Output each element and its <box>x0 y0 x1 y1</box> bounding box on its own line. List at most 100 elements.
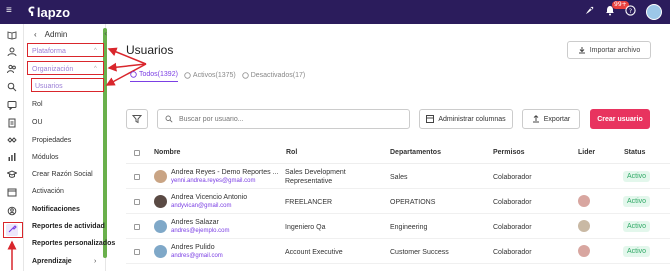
user-avatar[interactable] <box>646 4 662 20</box>
admin-back-link[interactable]: ‹ Admin <box>34 30 67 39</box>
user-name[interactable]: Andres Pulido <box>171 244 215 251</box>
chevron-right-icon: › <box>94 258 97 265</box>
graduation-icon[interactable] <box>6 169 18 181</box>
help-icon[interactable]: ? <box>625 5 636 19</box>
bell-icon[interactable]: 99+ <box>605 1 629 19</box>
user-name[interactable]: Andrea Reyes - Demo Reportes ... <box>171 169 278 176</box>
header-department: Departamentos <box>390 149 441 156</box>
table-row[interactable]: Andrea Reyes - Demo Reportes ... yenni.a… <box>126 164 670 189</box>
sidebar-item-crear-razon-social[interactable]: Crear Razón Social <box>32 171 93 178</box>
create-user-button[interactable]: Crear usuario <box>590 109 650 129</box>
logo-text: lapzo <box>36 4 71 20</box>
circle-icon <box>184 71 191 79</box>
row-checkbox[interactable] <box>134 224 140 230</box>
menu-icon[interactable]: ≡ <box>6 6 16 16</box>
import-file-label: Importar archivo <box>589 46 641 54</box>
sidebar-item-aprendizaje[interactable]: Aprendizaje <box>32 258 72 265</box>
import-file-button[interactable]: Importar archivo <box>567 41 651 59</box>
filter-icon <box>132 115 142 124</box>
row-checkbox[interactable] <box>134 249 140 255</box>
user-permissions: Colaborador <box>493 174 532 181</box>
user-role: FREELANCER <box>285 199 333 206</box>
avatar <box>154 220 167 233</box>
upload-icon <box>532 115 539 123</box>
row-checkbox[interactable] <box>134 199 140 205</box>
search-icon-2 <box>165 115 173 123</box>
document-icon[interactable] <box>6 118 18 130</box>
status-badge: Activo <box>623 221 651 232</box>
user-name[interactable]: Andres Salazar <box>171 219 219 226</box>
tab-activos-label: Activos(1375) <box>192 71 236 79</box>
filter-button[interactable] <box>126 109 148 129</box>
annotation-box-organizacion <box>27 61 104 75</box>
sidebar-item-reportes-actividad[interactable]: Reportes de actividad <box>32 223 105 230</box>
sidebar-item-propiedades[interactable]: Propiedades <box>32 137 71 144</box>
leader-avatar <box>578 195 590 207</box>
user-email: yenni.andrea.reyes@gmail.com <box>171 178 256 184</box>
top-bar: ≡ ʕ lapzo 99+ ? <box>0 0 670 24</box>
tab-desactivados[interactable]: Desactivados(17) <box>241 71 305 82</box>
svg-text:?: ? <box>629 7 632 15</box>
search-field[interactable] <box>157 109 410 129</box>
user-permissions: Colaborador <box>493 224 532 231</box>
circle-check-icon <box>130 71 137 78</box>
sidebar-item-reportes-personalizados[interactable]: Reportes personalizados <box>32 240 115 247</box>
chat-icon[interactable] <box>6 100 18 112</box>
table-header: Nombre Rol Departamentos Permisos Lider … <box>126 142 670 164</box>
annotation-box-usuarios <box>31 78 104 92</box>
annotation-box-plataforma <box>27 43 104 57</box>
avatar <box>154 170 167 183</box>
table-row[interactable]: Andres Salazar andres@ejemplo.com Ingeni… <box>126 214 670 239</box>
tab-activos[interactable]: Activos(1375) <box>184 71 236 82</box>
sidebar-item-rol[interactable]: Rol <box>32 101 43 108</box>
sidebar-item-modulos[interactable]: Módulos <box>32 154 58 161</box>
user-department: Sales <box>390 174 408 181</box>
table-row[interactable]: Andres Pulido andres@gmail.com Account E… <box>126 239 670 264</box>
main-content: Usuarios Importar archivo Todos(1392) Ac… <box>112 24 670 271</box>
export-button[interactable]: Exportar <box>522 109 580 129</box>
header-name: Nombre <box>154 149 181 156</box>
select-all-checkbox[interactable] <box>134 150 140 156</box>
book-icon[interactable] <box>6 30 18 42</box>
user-permissions: Colaborador <box>493 199 532 206</box>
user-name[interactable]: Andrea Vicencio Antonio <box>171 194 247 201</box>
avatar <box>154 195 167 208</box>
chart-icon[interactable] <box>6 152 18 164</box>
user-role: Ingeniero Qa <box>285 224 326 231</box>
leader-avatar <box>578 220 590 232</box>
user-permissions: Colaborador <box>493 249 532 256</box>
collapse-sidebar-icon[interactable]: ‹ <box>104 30 112 38</box>
user-email: andres@gmail.com <box>171 253 223 259</box>
leader-avatar <box>578 245 590 257</box>
tab-todos[interactable]: Todos(1392) <box>130 71 178 82</box>
sidebar-item-activacion[interactable]: Activación <box>32 188 64 195</box>
user-department: OPERATIONS <box>390 199 436 206</box>
row-checkbox[interactable] <box>134 174 140 180</box>
top-actions: 99+ ? <box>584 1 662 21</box>
avatar <box>154 245 167 258</box>
annotation-arrow-admin <box>7 240 17 270</box>
user-icon[interactable] <box>6 47 18 59</box>
sidebar-item-notificaciones[interactable]: Notificaciones <box>32 206 80 213</box>
search-input[interactable] <box>179 115 379 123</box>
rocket-icon[interactable] <box>584 5 595 19</box>
status-badge: Activo <box>623 246 651 257</box>
manage-columns-label: Administrar columnas <box>438 115 506 123</box>
user-department: Engineering <box>390 224 428 231</box>
handshake-icon[interactable] <box>6 135 18 147</box>
users-icon[interactable] <box>6 64 18 76</box>
download-icon <box>578 47 585 54</box>
header-leader: Lider <box>578 149 596 156</box>
settings-person-icon[interactable] <box>6 206 18 218</box>
logo[interactable]: ʕ lapzo <box>28 4 70 20</box>
sidebar-item-ou[interactable]: OU <box>32 119 43 126</box>
user-role: Account Executive <box>285 249 343 256</box>
table-row[interactable]: Andrea Vicencio Antonio andyvican@gmail.… <box>126 189 670 214</box>
page-title: Usuarios <box>126 43 174 57</box>
manage-columns-button[interactable]: Administrar columnas <box>419 109 513 129</box>
admin-back-label: Admin <box>44 30 68 39</box>
search-icon[interactable] <box>6 82 18 94</box>
calendar-icon[interactable] <box>6 187 18 199</box>
status-tabs: Todos(1392) Activos(1375) Desactivados(1… <box>130 71 305 82</box>
header-permissions: Permisos <box>493 149 525 156</box>
